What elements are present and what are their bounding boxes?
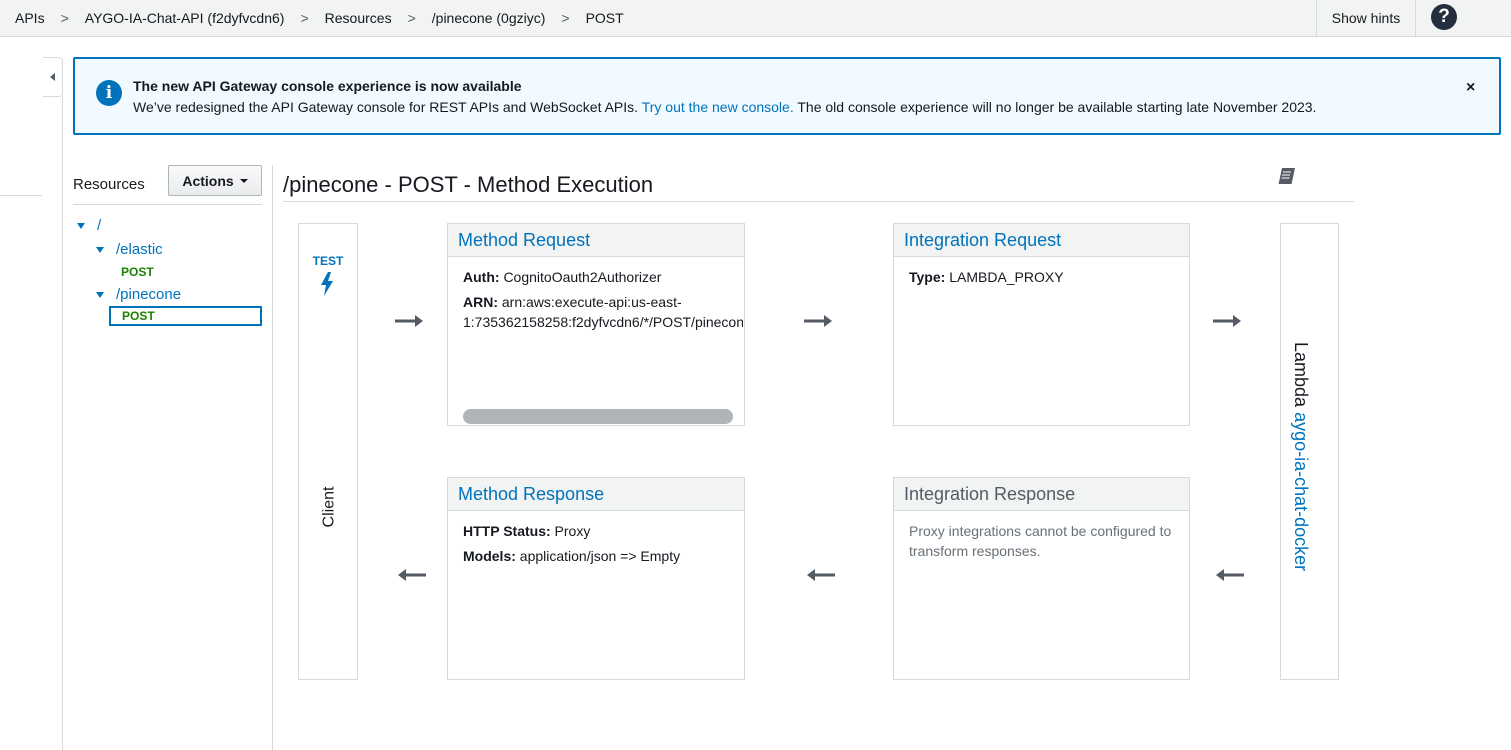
arrow-right-icon [1213,315,1241,327]
models-label: Models: [463,548,516,564]
breadcrumb-resource[interactable]: /pinecone (0gziyc) [432,10,546,26]
tree-label-pinecone[interactable]: /pinecone [116,286,181,303]
breadcrumb-method: POST [585,10,624,26]
lambda-label: Lambda aygo-ia-chat-docker [1290,342,1311,571]
help-icon[interactable]: ? [1431,4,1457,30]
method-request-body: Auth: CognitoOauth2Authorizer ARN: arn:a… [448,257,744,424]
caret-down-icon [239,178,248,183]
show-hints-button[interactable]: Show hints [1316,0,1416,36]
type-value: LAMBDA_PROXY [949,269,1064,285]
expand-icon[interactable] [96,246,104,253]
breadcrumb: APIs > AYGO-IA-Chat-API (f2dyfvcdn6) > R… [15,0,624,36]
breadcrumb-separator: > [407,10,416,26]
breadcrumb-apis[interactable]: APIs [15,10,45,26]
nav-rule [0,195,42,196]
lambda-type: Lambda [1291,342,1311,408]
new-console-link[interactable]: Try out the new console. [642,99,794,115]
arrow-left-icon [807,569,835,581]
tree-method-elastic-post[interactable]: POST [121,265,154,279]
http-status-label: HTTP Status: [463,523,551,539]
banner-text-after: The old console experience will no longe… [797,99,1317,115]
resources-label: Resources [73,176,145,193]
banner-text-before: We’ve redesigned the API Gateway console… [133,99,639,115]
arn-label: ARN: [463,294,498,310]
tree-label-root[interactable]: / [97,217,101,234]
integration-request-card: Integration Request Type: LAMBDA_PROXY [893,223,1190,426]
integration-response-title: Integration Response [894,478,1189,511]
page-title: /pinecone - POST - Method Execution [283,172,654,197]
actions-button[interactable]: Actions [168,165,262,196]
expand-icon[interactable] [77,222,85,229]
test-link[interactable]: TEST [299,254,357,268]
integration-request-title[interactable]: Integration Request [894,224,1189,257]
method-response-body: HTTP Status: Proxy Models: application/j… [448,511,744,581]
client-label: Client [320,486,337,528]
method-response-card: Method Response HTTP Status: Proxy Model… [447,477,745,680]
breadcrumb-separator: > [561,10,570,26]
title-rule [283,201,1354,202]
breadcrumb-separator: > [60,10,69,26]
actions-label: Actions [182,172,234,189]
arrow-left-icon [1216,569,1244,581]
integration-request-body: Type: LAMBDA_PROXY [894,257,1189,302]
integration-response-card: Integration Response Proxy integrations … [893,477,1190,680]
documentation-icon[interactable] [1277,167,1297,188]
close-icon[interactable]: × [1466,79,1475,97]
tree-method-pinecone-post-selected[interactable]: POST [109,306,262,326]
client-box: TEST Client [298,223,358,680]
info-banner: i The new API Gateway console experience… [73,57,1501,135]
resources-rule [73,204,262,205]
expand-icon[interactable] [96,291,104,298]
panel-divider [272,165,273,750]
tree-method-pinecone-post: POST [122,309,155,323]
top-bar: APIs > AYGO-IA-Chat-API (f2dyfvcdn6) > R… [0,0,1511,37]
auth-label: Auth: [463,269,500,285]
lambda-box: Lambda aygo-ia-chat-docker [1280,223,1339,680]
http-status-value: Proxy [554,523,591,539]
method-response-title[interactable]: Method Response [448,478,744,511]
banner-title: The new API Gateway console experience i… [133,78,522,94]
method-request-title[interactable]: Method Request [448,224,744,257]
arrow-right-icon [395,315,423,327]
arn-line2: 1:735362158258:f2dyfvcdn6/*/POST/pinecon… [463,314,743,330]
arrow-right-icon [804,315,832,327]
lambda-function-link[interactable]: aygo-ia-chat-docker [1291,412,1311,571]
caret-left-icon [50,73,55,81]
banner-text: We’ve redesigned the API Gateway console… [133,99,1316,115]
method-request-card: Method Request Auth: CognitoOauth2Author… [447,223,745,426]
lightning-icon[interactable] [319,272,335,299]
breadcrumb-separator: > [300,10,309,26]
auth-value: CognitoOauth2Authorizer [503,269,662,285]
tree-label-elastic[interactable]: /elastic [116,241,163,258]
horizontal-scrollbar[interactable] [463,409,733,424]
models-value: application/json => Empty [519,548,681,564]
tree-node-root[interactable]: / [77,217,101,234]
arn-line1: arn:aws:execute-api:us-east- [501,294,682,310]
nav-toggle-button[interactable] [43,57,63,97]
breadcrumb-api[interactable]: AYGO-IA-Chat-API (f2dyfvcdn6) [85,10,285,26]
breadcrumb-resources[interactable]: Resources [325,10,392,26]
tree-node-pinecone[interactable]: /pinecone [96,286,181,303]
arrow-left-icon [398,569,426,581]
info-icon: i [96,80,122,106]
nav-divider [62,96,63,750]
tree-node-elastic[interactable]: /elastic [96,241,163,258]
integration-response-text: Proxy integrations cannot be configured … [909,523,1172,559]
type-label: Type: [909,269,946,285]
